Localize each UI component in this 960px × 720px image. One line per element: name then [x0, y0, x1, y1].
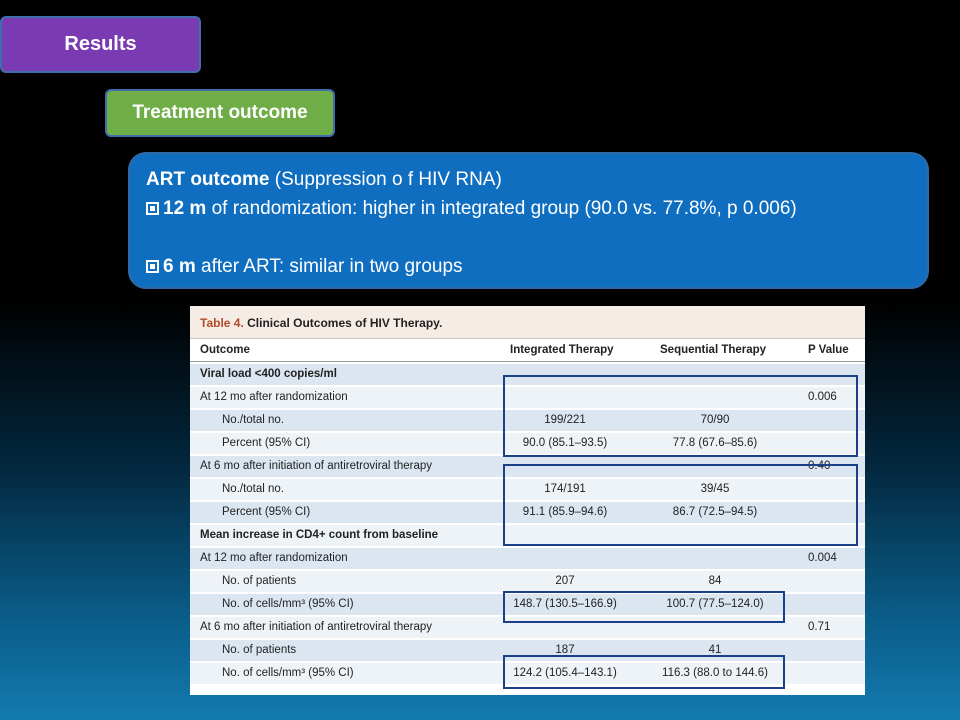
- row-label: Percent (95% CI): [222, 437, 311, 449]
- summary-heading-rest: (Suppression o f HIV RNA): [269, 169, 502, 190]
- highlight-box-cd4-12m: [503, 591, 785, 623]
- table-caption: Clinical Outcomes of HIV Therapy.: [243, 316, 443, 330]
- square-bullet-icon: [146, 202, 159, 215]
- header-sequential: Sequential Therapy: [660, 344, 767, 356]
- header-integrated: Integrated Therapy: [510, 344, 614, 356]
- header-p-value: P Value: [808, 344, 849, 356]
- table-title: Table 4. Clinical Outcomes of HIV Therap…: [190, 306, 865, 339]
- integrated-value: 207: [555, 575, 575, 587]
- summary-bullet-6m: 6 m after ART: similar in two groups: [146, 252, 927, 281]
- row-label: At 12 mo after randomization: [200, 552, 348, 564]
- row-label: At 6 mo after initiation of antiretrovir…: [200, 621, 433, 633]
- header-outcome: Outcome: [200, 344, 250, 356]
- highlight-box-cd4-6m: [503, 655, 785, 689]
- table-number: Table 4.: [200, 316, 244, 330]
- p-value: 0.004: [808, 552, 837, 564]
- highlight-box-viral-6m: [503, 464, 858, 546]
- square-bullet-icon: [146, 260, 159, 273]
- row-label: Percent (95% CI): [222, 506, 311, 518]
- sequential-value: 84: [708, 575, 722, 587]
- row-label: Mean increase in CD4+ count from baselin…: [200, 529, 439, 541]
- row-label: Viral load <400 copies/ml: [200, 368, 337, 380]
- art-outcome-summary: ART outcome (Suppression o f HIV RNA) 12…: [128, 152, 929, 289]
- summary-heading: ART outcome (Suppression o f HIV RNA): [146, 165, 927, 194]
- treatment-outcome-label: Treatment outcome: [105, 89, 335, 137]
- row-label: No. of patients: [222, 575, 297, 587]
- highlight-box-viral-12m: [503, 375, 858, 457]
- row-label: No. of patients: [222, 644, 297, 656]
- row-label: No. of cells/mm³ (95% CI): [222, 598, 354, 610]
- table-row: At 12 mo after randomization 0.004: [190, 548, 865, 570]
- bullet-12m-rest: of randomization: higher in integrated g…: [206, 198, 797, 219]
- table-title-text: Table 4. Clinical Outcomes of HIV Therap…: [200, 316, 442, 330]
- row-label: No./total no.: [222, 414, 285, 426]
- table-row: No. of patients 207 84: [190, 571, 865, 593]
- row-label: No./total no.: [222, 483, 285, 495]
- bullet-12m-bold: 12 m: [163, 198, 207, 219]
- summary-heading-bold: ART outcome: [146, 169, 270, 190]
- row-label: At 12 mo after randomization: [200, 391, 348, 403]
- summary-bullet-12m: 12 m of randomization: higher in integra…: [146, 194, 927, 223]
- results-label: Results: [0, 16, 201, 73]
- bullet-6m-bold: 6 m: [163, 256, 196, 277]
- row-label: No. of cells/mm³ (95% CI): [222, 667, 354, 679]
- bullet-6m-rest: after ART: similar in two groups: [195, 256, 463, 277]
- row-label: At 6 mo after initiation of antiretrovir…: [200, 460, 433, 472]
- table-header-row: Outcome Integrated Therapy Sequential Th…: [190, 340, 865, 362]
- p-value: 0.71: [808, 621, 831, 633]
